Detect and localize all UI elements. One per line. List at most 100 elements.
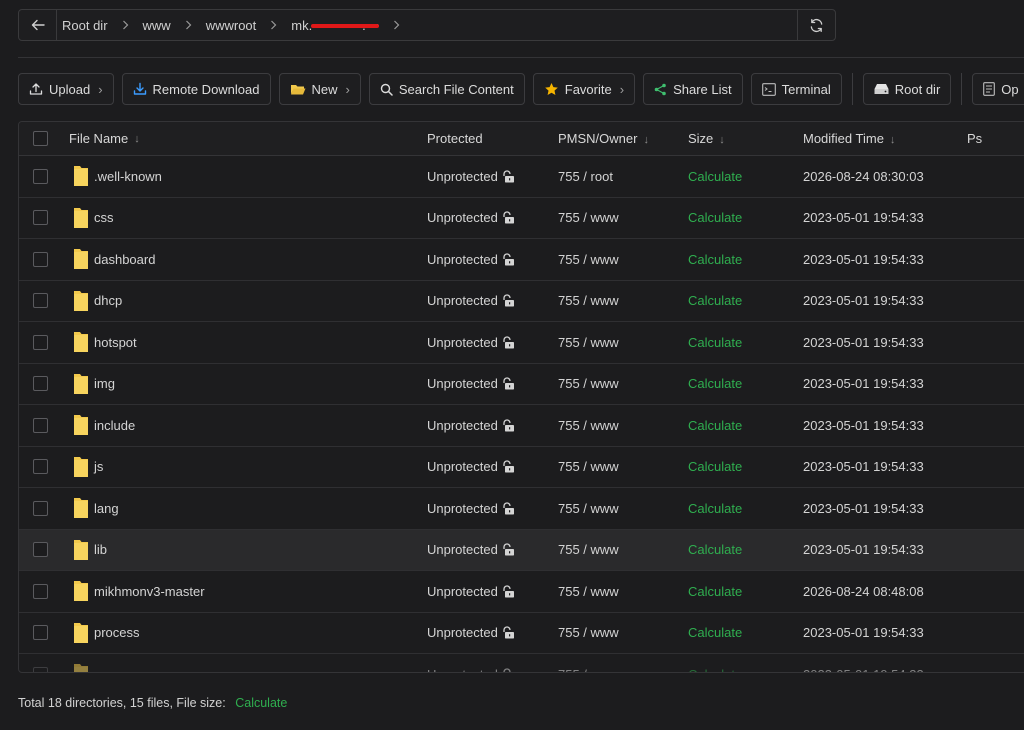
- protection-status[interactable]: Unprotected: [427, 293, 498, 308]
- table-row[interactable]: js Unprotected 755 / www Calculate 2023-05-0…: [19, 447, 1024, 488]
- protection-status[interactable]: Unprotected: [427, 376, 498, 391]
- protection-status[interactable]: Unprotected: [427, 418, 498, 433]
- table-row[interactable]: mikhmonv3-master Unprotected 755 / www Calc…: [19, 571, 1024, 613]
- row-checkbox[interactable]: [32, 583, 48, 599]
- permission-owner[interactable]: 755 / www: [558, 459, 688, 474]
- header-pmsn-owner[interactable]: PMSN/Owner ↓: [558, 131, 688, 146]
- folder-icon: [73, 580, 89, 602]
- file-name[interactable]: mikhmonv3-master: [94, 584, 205, 599]
- permission-owner[interactable]: 755 / www: [558, 667, 688, 672]
- file-name[interactable]: .well-known: [94, 169, 162, 184]
- row-checkbox[interactable]: [32, 168, 48, 184]
- protection-status[interactable]: Unprotected: [427, 542, 498, 557]
- download-icon: [133, 82, 146, 95]
- table-row[interactable]: Unprotected 755 / wwwCalculate2023-05-01 …: [19, 654, 1024, 672]
- calculate-size-link[interactable]: Calculate: [688, 459, 803, 474]
- permission-owner[interactable]: 755 / www: [558, 293, 688, 308]
- breadcrumb-item-site[interactable]: mk.•••••-•••••.•••: [291, 18, 380, 33]
- favorite-button[interactable]: Favorite ›: [532, 73, 636, 105]
- row-checkbox[interactable]: [32, 334, 48, 350]
- file-name[interactable]: css: [94, 210, 114, 225]
- permission-owner[interactable]: 755 / www: [558, 418, 688, 433]
- row-checkbox[interactable]: [32, 251, 48, 267]
- protection-status[interactable]: Unprotected: [427, 210, 498, 225]
- file-name[interactable]: hotspot: [94, 335, 137, 350]
- protection-status[interactable]: Unprotected: [427, 459, 498, 474]
- table-row[interactable]: lang Unprotected 755 / www Calculate 2023-05…: [19, 488, 1024, 530]
- table-row[interactable]: process Unprotected 755 / www Calculate 2023…: [19, 613, 1024, 654]
- refresh-button[interactable]: [797, 10, 835, 40]
- permission-owner[interactable]: 755 / www: [558, 501, 688, 516]
- table-row[interactable]: dashboard Unprotected 755 / www Calculate 20…: [19, 239, 1024, 281]
- permission-owner[interactable]: 755 / www: [558, 542, 688, 557]
- breadcrumb-item-wwwroot[interactable]: wwwroot: [206, 18, 257, 33]
- table-row[interactable]: include Unprotected 755 / www Calculate 2023…: [19, 405, 1024, 447]
- permission-owner[interactable]: 755 / www: [558, 335, 688, 350]
- table-row[interactable]: lib Unprotected 755 / www Calculate 2023-05-…: [19, 529, 1024, 571]
- file-name[interactable]: dhcp: [94, 293, 122, 308]
- table-row[interactable]: css Unprotected 755 / www Calculate 2023-05-…: [19, 198, 1024, 239]
- terminal-button[interactable]: Terminal: [750, 73, 842, 105]
- protection-status[interactable]: Unprotected: [427, 169, 498, 184]
- calculate-size-link[interactable]: Calculate: [688, 542, 803, 557]
- calculate-size-link[interactable]: Calculate: [688, 418, 803, 433]
- file-name[interactable]: lib: [94, 542, 107, 557]
- calculate-size-link[interactable]: Calculate: [688, 376, 803, 391]
- calculate-size-link[interactable]: Calculate: [688, 293, 803, 308]
- protection-status[interactable]: Unprotected: [427, 252, 498, 267]
- table-row[interactable]: .well-known Unprotected 755 / root Calculat…: [19, 156, 1024, 198]
- permission-owner[interactable]: 755 / www: [558, 210, 688, 225]
- permission-owner[interactable]: 755 / www: [558, 376, 688, 391]
- permission-owner[interactable]: 755 / www: [558, 252, 688, 267]
- new-button[interactable]: New ›: [278, 73, 361, 105]
- header-size[interactable]: Size ↓: [688, 131, 803, 146]
- table-row[interactable]: hotspot Unprotected 755 / www Calculate 2023…: [19, 322, 1024, 364]
- protection-status[interactable]: Unprotected: [427, 625, 498, 640]
- file-name[interactable]: include: [94, 418, 135, 433]
- calculate-size-link[interactable]: Calculate: [688, 335, 803, 350]
- back-button[interactable]: [19, 10, 57, 40]
- share-list-button[interactable]: Share List: [643, 73, 743, 105]
- upload-button[interactable]: Upload ›: [18, 73, 114, 105]
- calculate-size-link[interactable]: Calculate: [688, 169, 803, 184]
- permission-owner[interactable]: 755 / www: [558, 625, 688, 640]
- breadcrumb-item-root[interactable]: Root dir: [62, 18, 108, 33]
- file-name[interactable]: js: [94, 459, 103, 474]
- table-row[interactable]: img Unprotected 755 / www Calculate 2023-05-…: [19, 364, 1024, 405]
- row-checkbox[interactable]: [32, 666, 48, 672]
- row-checkbox[interactable]: [32, 376, 48, 392]
- calculate-size-link[interactable]: Calculate: [688, 625, 803, 640]
- header-file-name[interactable]: File Name ↓: [61, 131, 427, 146]
- file-name[interactable]: lang: [94, 501, 119, 516]
- calculate-total-size-link[interactable]: Calculate: [235, 696, 287, 710]
- remote-download-button[interactable]: Remote Download: [121, 73, 271, 105]
- operation-log-button[interactable]: Op: [972, 73, 1024, 105]
- file-name[interactable]: process: [94, 625, 140, 640]
- root-dir-button[interactable]: Root dir: [862, 73, 952, 105]
- row-checkbox[interactable]: [32, 210, 48, 226]
- search-file-content-button[interactable]: Search File Content: [368, 73, 525, 105]
- row-checkbox[interactable]: [32, 625, 48, 641]
- row-checkbox[interactable]: [32, 542, 48, 558]
- protection-status[interactable]: Unprotected: [427, 501, 498, 516]
- breadcrumb-item-www[interactable]: www: [143, 18, 171, 33]
- permission-owner[interactable]: 755 / www: [558, 584, 688, 599]
- calculate-size-link[interactable]: Calculate: [688, 667, 803, 672]
- calculate-size-link[interactable]: Calculate: [688, 501, 803, 516]
- protection-status[interactable]: Unprotected: [427, 584, 498, 599]
- calculate-size-link[interactable]: Calculate: [688, 584, 803, 599]
- protection-status[interactable]: Unprotected: [427, 335, 498, 350]
- row-checkbox[interactable]: [32, 417, 48, 433]
- select-all-checkbox[interactable]: [32, 131, 48, 146]
- table-row[interactable]: dhcp Unprotected 755 / www Calculate 2023-05…: [19, 281, 1024, 322]
- permission-owner[interactable]: 755 / root: [558, 169, 688, 184]
- calculate-size-link[interactable]: Calculate: [688, 252, 803, 267]
- row-checkbox[interactable]: [32, 459, 48, 475]
- file-name[interactable]: dashboard: [94, 252, 155, 267]
- file-name[interactable]: img: [94, 376, 115, 391]
- protection-status[interactable]: Unprotected: [427, 667, 498, 672]
- calculate-size-link[interactable]: Calculate: [688, 210, 803, 225]
- row-checkbox[interactable]: [32, 293, 48, 309]
- row-checkbox[interactable]: [32, 500, 48, 516]
- header-modified-time[interactable]: Modified Time ↓: [803, 131, 967, 146]
